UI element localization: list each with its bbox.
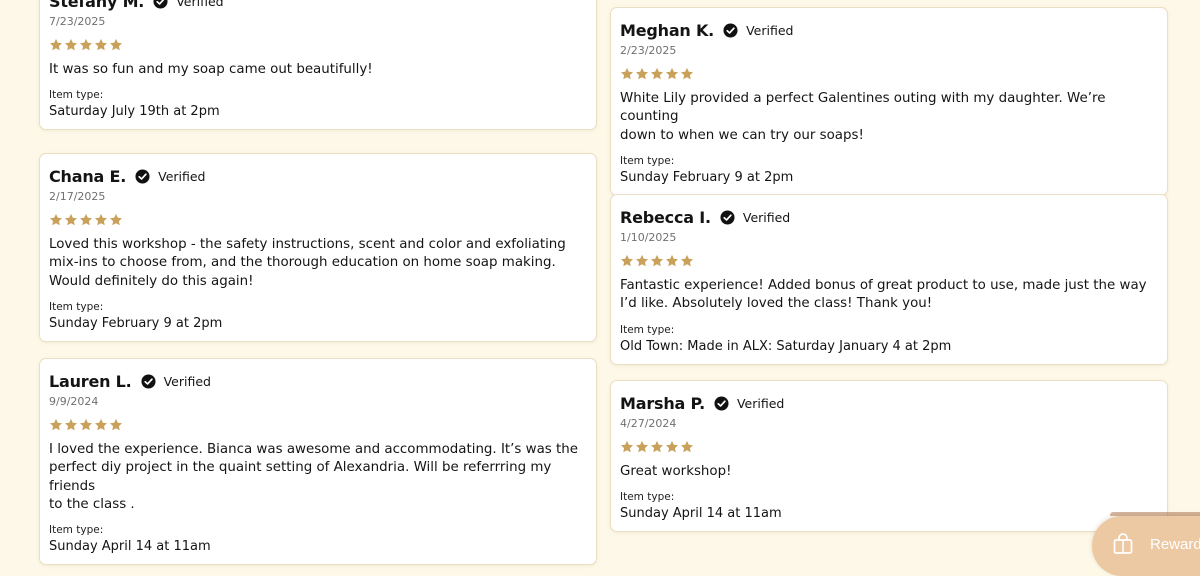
star-icon [620,254,634,268]
item-type-value: Sunday February 9 at 2pm [620,169,794,185]
star-icon [635,254,649,268]
star-rating [49,418,586,433]
reviewer-name: Lauren L. [49,371,132,391]
star-icon [680,67,694,81]
star-icon [620,440,634,454]
reviewer-name: Marsha P. [620,393,705,413]
review-header: Chana E. Verified [49,166,586,186]
item-type-value: Saturday July 19th at 2pm [49,104,220,120]
star-rating [620,67,1157,82]
review-card: Lauren L. Verified 9/9/2024 I loved the … [39,358,597,566]
review-header: Rebecca I. Verified [620,207,1157,227]
star-icon [64,418,78,432]
item-type-label: Item type: [49,300,104,313]
item-type-value: Sunday February 9 at 2pm [49,315,223,331]
verified-check-icon [153,0,168,9]
star-icon [79,418,93,432]
review-date: 2/23/2025 [620,44,677,57]
reviewer-name: Chana E. [49,166,127,186]
star-icon [94,418,108,432]
star-icon [635,67,649,81]
star-icon [49,213,63,227]
verified-check-icon [723,22,738,38]
review-card: Stefany M. Verified 7/23/2025 It was so … [39,0,597,131]
star-icon [680,440,694,454]
review-text: I loved the experience. Bianca was aweso… [49,442,579,512]
review-header: Meghan K. Verified [620,20,1157,40]
item-type-value: Sunday April 14 at 11am [49,539,211,555]
verified-label: Verified [163,373,211,389]
star-icon [64,38,78,52]
item-type-label: Item type: [620,323,675,336]
review-date: 2/17/2025 [49,190,106,203]
verified-check-icon [714,395,729,411]
review-header: Lauren L. Verified [49,371,586,391]
item-type-label: Item type: [620,491,675,504]
gift-bag-icon [1111,532,1135,556]
verified-check-icon [135,168,150,184]
review-date: 7/23/2025 [49,15,106,28]
star-rating [49,38,586,53]
review-header: Stefany M. Verified [49,0,586,11]
star-icon [94,38,108,52]
reviewer-name: Stefany M. [49,0,145,11]
rewards-label: Reward [1150,536,1200,553]
verified-check-icon [720,209,735,225]
star-icon [680,254,694,268]
star-icon [79,38,93,52]
star-icon [49,418,63,432]
item-type-value: Sunday April 14 at 11am [620,506,782,522]
verified-label: Verified [742,209,791,225]
reviewer-name: Rebecca I. [620,207,711,227]
reviewer-name: Meghan K. [620,20,715,40]
review-header: Marsha P. Verified [620,393,1157,413]
verified-label: Verified [158,168,206,184]
star-icon [650,440,664,454]
review-text: It was so fun and my soap came out beaut… [49,62,373,77]
verified-check-icon [141,373,156,389]
review-date: 9/9/2024 [49,395,99,408]
star-icon [109,213,123,227]
review-text: Loved this workshop - the safety instruc… [49,237,566,289]
star-icon [650,67,664,81]
review-text: Fantastic experience! Added bonus of gre… [620,278,1147,312]
star-icon [665,254,679,268]
review-card: Chana E. Verified 2/17/2025 Loved this w… [39,153,597,342]
verified-label: Verified [176,0,224,9]
star-icon [109,38,123,52]
star-icon [665,67,679,81]
item-type-label: Item type: [620,154,675,167]
review-card: Marsha P. Verified 4/27/2024 Great works… [610,380,1168,533]
star-icon [64,213,78,227]
verified-label: Verified [736,395,785,411]
rewards-launcher-button[interactable]: Reward [1092,516,1200,576]
star-rating [620,440,1157,455]
star-icon [635,440,649,454]
review-card: Rebecca I. Verified 1/10/2025 Fantastic … [610,194,1168,365]
star-icon [665,440,679,454]
review-card: Meghan K. Verified 2/23/2025 White Lily … [610,7,1168,196]
star-icon [94,213,108,227]
review-text: White Lily provided a perfect Galentines… [620,91,1106,143]
star-icon [79,213,93,227]
item-type-value: Old Town: Made in ALX: Saturday January … [620,338,952,354]
star-icon [650,254,664,268]
verified-label: Verified [746,22,794,38]
star-rating [49,213,586,228]
review-date: 4/27/2024 [620,417,677,430]
item-type-label: Item type: [49,524,104,537]
star-icon [109,418,123,432]
star-icon [49,38,63,52]
item-type-label: Item type: [49,89,104,102]
review-text: Great workshop! [620,464,732,479]
star-icon [620,67,634,81]
review-date: 1/10/2025 [620,231,677,244]
star-rating [620,254,1157,269]
